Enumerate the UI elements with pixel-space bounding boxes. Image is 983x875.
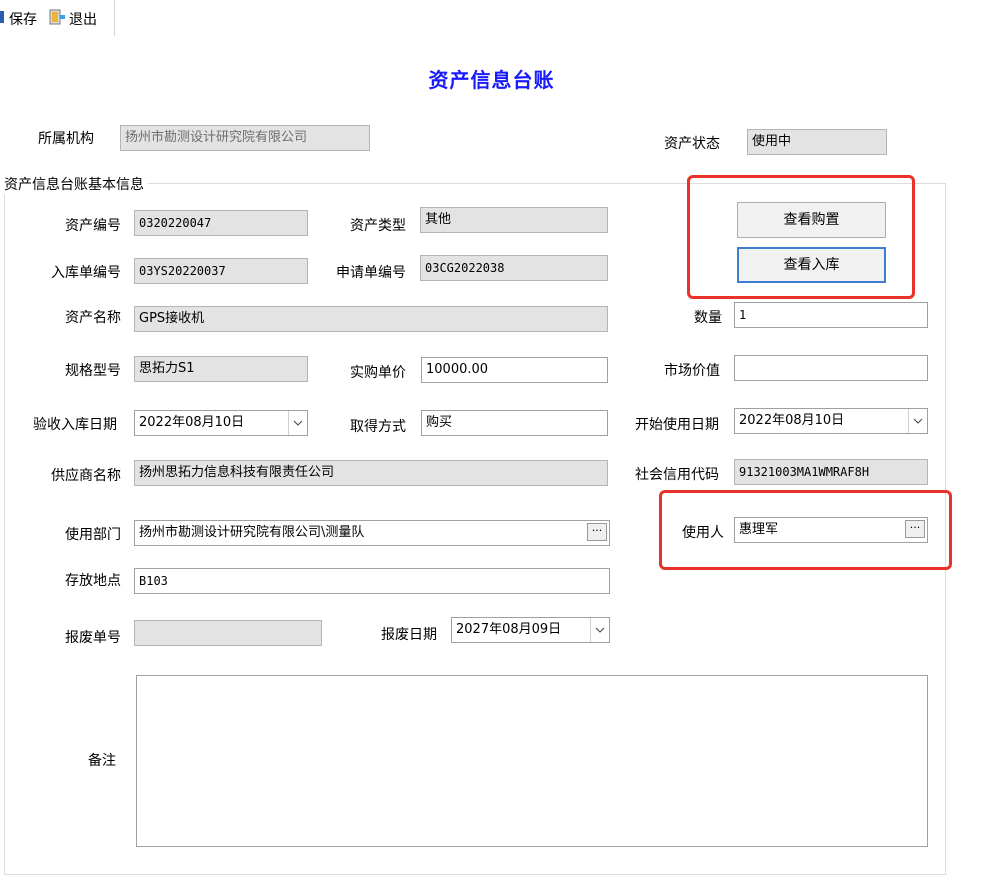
exit-door-icon [48, 8, 66, 30]
asset-no-label: 资产编号 [65, 218, 121, 234]
unit-price-label: 实购单价 [350, 365, 406, 381]
remark-label: 备注 [88, 753, 116, 769]
page-title: 资产信息台账 [428, 68, 555, 92]
accept-date-label: 验收入库日期 [33, 417, 117, 433]
market-value-label: 市场价值 [664, 363, 720, 379]
chevron-down-icon[interactable] [908, 409, 927, 433]
remark-textarea[interactable] [136, 675, 928, 847]
exit-label: 退出 [69, 12, 97, 28]
status-field[interactable]: 使用中 [747, 129, 887, 155]
accept-date-picker[interactable]: 2022年08月10日 [134, 410, 308, 436]
credit-code-field[interactable]: 91321003MA1WMRAF8H [734, 459, 928, 485]
start-date-value: 2022年08月10日 [739, 413, 845, 428]
model-field[interactable]: 思拓力S1 [134, 356, 308, 382]
status-label: 资产状态 [664, 136, 720, 152]
unit-price-field[interactable]: 10000.00 [421, 357, 608, 383]
chevron-down-icon[interactable] [590, 618, 609, 642]
save-icon [0, 10, 6, 28]
chevron-down-icon[interactable] [288, 411, 307, 435]
acquire-method-field[interactable]: 购买 [421, 410, 608, 436]
user-label: 使用人 [682, 525, 724, 541]
location-label: 存放地点 [65, 573, 121, 589]
storage-no-label: 入库单编号 [51, 265, 121, 281]
supplier-label: 供应商名称 [51, 468, 121, 484]
toolbar: 保存 退出 [0, 0, 115, 36]
asset-no-field[interactable]: 0320220047 [134, 210, 308, 236]
user-value: 惠理军 [739, 522, 779, 537]
quantity-label: 数量 [694, 310, 722, 326]
scrap-date-label: 报废日期 [381, 627, 437, 643]
storage-no-field[interactable]: 03YS20220037 [134, 258, 308, 284]
user-browse-button[interactable]: ··· [905, 520, 925, 538]
dept-value: 扬州市勘测设计研究院有限公司\测量队 [139, 525, 365, 540]
accept-date-value: 2022年08月10日 [139, 415, 245, 430]
start-date-label: 开始使用日期 [635, 417, 719, 433]
exit-button[interactable]: 退出 [48, 9, 97, 29]
view-purchase-button[interactable]: 查看购置 [737, 202, 886, 238]
scrap-no-field[interactable] [134, 620, 322, 646]
scrap-date-picker[interactable]: 2027年08月09日 [451, 617, 610, 643]
org-label: 所属机构 [38, 131, 94, 147]
org-field[interactable]: 扬州市勘测设计研究院有限公司 [120, 125, 370, 151]
asset-type-field[interactable]: 其他 [420, 207, 608, 233]
model-label: 规格型号 [65, 363, 121, 379]
supplier-field[interactable]: 扬州思拓力信息科技有限责任公司 [134, 460, 608, 486]
view-storage-button[interactable]: 查看入库 [737, 247, 886, 283]
asset-name-field[interactable]: GPS接收机 [134, 306, 608, 332]
dept-label: 使用部门 [65, 527, 121, 543]
dept-field[interactable]: 扬州市勘测设计研究院有限公司\测量队 ··· [134, 520, 610, 546]
asset-type-label: 资产类型 [350, 218, 406, 234]
apply-no-field[interactable]: 03CG2022038 [420, 255, 608, 281]
quantity-field[interactable]: 1 [734, 302, 928, 328]
scrap-date-value: 2027年08月09日 [456, 622, 562, 637]
asset-name-label: 资产名称 [65, 310, 121, 326]
user-field[interactable]: 惠理军 ··· [734, 517, 928, 543]
save-button[interactable]: 保存 [0, 9, 37, 29]
start-date-picker[interactable]: 2022年08月10日 [734, 408, 928, 434]
acquire-method-label: 取得方式 [350, 419, 406, 435]
location-field[interactable]: B103 [134, 568, 610, 594]
group-title: 资产信息台账基本信息 [4, 174, 148, 194]
apply-no-label: 申请单编号 [336, 265, 406, 281]
scrap-no-label: 报废单号 [65, 630, 121, 646]
credit-code-label: 社会信用代码 [635, 467, 719, 483]
save-label: 保存 [9, 12, 37, 28]
dept-browse-button[interactable]: ··· [587, 523, 607, 541]
market-value-field[interactable] [734, 355, 928, 381]
